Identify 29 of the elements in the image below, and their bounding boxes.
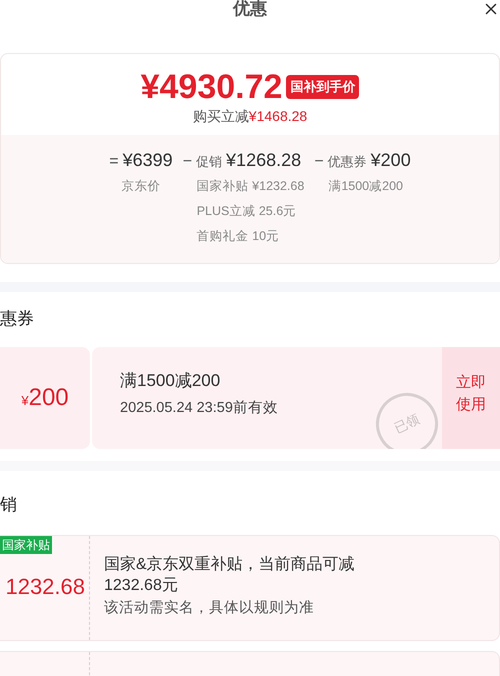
breakdown-note: 国家补贴 ¥1232.68 — [196, 178, 304, 195]
section-heading: 销 — [0, 494, 18, 516]
breakdown-value: ¥6399 — [122, 149, 173, 172]
coupon-validity: 2025.05.24 23:59前有效 — [120, 398, 279, 418]
breakdown-value: ¥1268.28 — [226, 149, 302, 172]
breakdown-value: ¥200 — [370, 149, 411, 172]
breakdown-label: 优惠券 — [328, 153, 367, 171]
subsidy-tag: 国家补贴 — [0, 536, 52, 554]
final-price: ¥4930.72 — [140, 68, 282, 106]
breakdown-note: 首购礼金 10元 — [196, 228, 280, 245]
operator: − — [314, 152, 324, 172]
operator: − — [182, 152, 192, 172]
saving-label: 购买立减 — [192, 107, 249, 126]
breakdown-label: 促销 — [196, 153, 222, 171]
section-heading: 惠券 — [0, 308, 35, 330]
dialog-title: 优惠 — [233, 0, 267, 18]
coupon-amount: 200 — [28, 383, 69, 413]
promo-amount: 1232.68 — [4, 573, 86, 601]
breakdown-note: 京东价 — [120, 178, 162, 195]
coupon-currency: ¥ — [21, 392, 29, 410]
coupon-title: 满1500减200 — [120, 370, 222, 392]
saving-value: ¥1468.28 — [248, 107, 308, 126]
price-tag: 国补到手价 — [286, 75, 360, 99]
breakdown-note: 满1500减200 — [327, 178, 404, 195]
promo-note: 该活动需实名，具体以规则为准 — [104, 598, 315, 618]
breakdown-note: PLUS立减 25.6元 — [196, 203, 298, 220]
use-now-button[interactable]: 立即使用 — [442, 347, 500, 449]
promo-text: 国家&京东双重补贴，当前商品可减1232.68元 — [104, 554, 356, 596]
operator: = — [109, 152, 119, 172]
